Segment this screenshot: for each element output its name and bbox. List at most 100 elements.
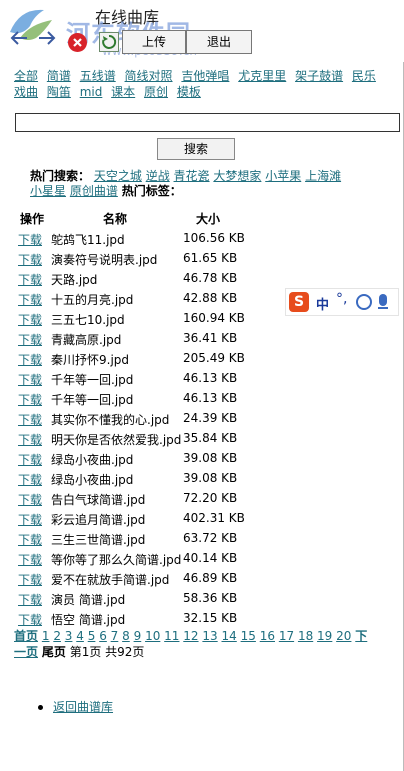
download-link[interactable]: 下载 — [18, 351, 42, 368]
file-size: 63.72 KB — [183, 531, 238, 545]
page-link[interactable]: 20 — [336, 629, 351, 643]
punctuation-toggle[interactable]: °, — [336, 291, 347, 307]
page-link[interactable]: 9 — [134, 629, 142, 643]
category-link[interactable]: 尤克里里 — [238, 69, 286, 83]
forward-arrow-icon[interactable] — [36, 30, 58, 52]
file-size: 35.84 KB — [183, 431, 238, 445]
page-link[interactable]: 7 — [111, 629, 119, 643]
file-size: 24.39 KB — [183, 411, 238, 425]
header-name: 名称 — [103, 212, 128, 226]
search-input[interactable] — [15, 113, 400, 132]
file-name: 悟空 简谱.jpd — [51, 613, 126, 627]
category-link[interactable]: 吉他弹唱 — [181, 69, 229, 83]
page-link[interactable]: 14 — [222, 629, 237, 643]
table-row: 下载 彩云追月简谱.jpd 402.31 KB — [0, 511, 404, 531]
table-row: 下载 千年等一回.jpd 46.13 KB — [0, 371, 404, 391]
download-link[interactable]: 下载 — [18, 571, 42, 588]
stop-icon[interactable] — [68, 33, 87, 52]
hot-search-term[interactable]: 上海滩 — [305, 169, 341, 183]
page-link[interactable]: 15 — [241, 629, 256, 643]
category-link[interactable]: 陶笛 — [47, 85, 71, 99]
file-name: 秦川抒怀9.jpd — [51, 353, 130, 367]
download-link[interactable]: 下载 — [18, 371, 42, 388]
hot-tags-label: 热门标签： — [121, 184, 182, 198]
page-link[interactable]: 6 — [99, 629, 107, 643]
hot-search-term[interactable]: 逆战 — [146, 169, 170, 183]
category-link[interactable]: 原创 — [144, 85, 168, 99]
page-link[interactable]: 8 — [122, 629, 130, 643]
download-link[interactable]: 下载 — [18, 291, 42, 308]
page-link[interactable]: 3 — [65, 629, 73, 643]
page-link[interactable]: 5 — [88, 629, 96, 643]
download-link[interactable]: 下载 — [18, 591, 42, 608]
download-link[interactable]: 下载 — [18, 251, 42, 268]
download-link[interactable]: 下载 — [18, 391, 42, 408]
category-link[interactable]: 民乐 — [352, 69, 376, 83]
category-link[interactable]: 全部 — [14, 69, 38, 83]
page-link[interactable]: 18 — [298, 629, 313, 643]
page-link[interactable]: 1 — [42, 629, 50, 643]
emoji-icon[interactable] — [356, 294, 372, 310]
hot-search-term[interactable]: 小苹果 — [265, 169, 301, 183]
page-link[interactable]: 16 — [260, 629, 275, 643]
page-link[interactable]: 17 — [279, 629, 294, 643]
ime-toolbar[interactable]: S 中 °, — [285, 288, 399, 316]
download-link[interactable]: 下载 — [18, 511, 42, 528]
download-link[interactable]: 下载 — [18, 271, 42, 288]
hot-search-term[interactable]: 小星星 — [30, 184, 66, 198]
hot-search-term[interactable]: 原创曲谱 — [70, 184, 118, 198]
category-link[interactable]: mid — [80, 85, 103, 99]
hot-search-term[interactable]: 天空之城 — [94, 169, 142, 183]
current-page: 第1页 — [69, 645, 102, 659]
download-link[interactable]: 下载 — [18, 471, 42, 488]
category-link[interactable]: 课本 — [111, 85, 135, 99]
download-link[interactable]: 下载 — [18, 231, 42, 248]
page-link[interactable]: 2 — [53, 629, 61, 643]
file-name: 绿岛小夜曲.jpd — [51, 473, 134, 487]
exit-button[interactable]: 退出 — [186, 30, 252, 54]
refresh-icon[interactable] — [99, 32, 119, 52]
file-size: 42.88 KB — [183, 291, 238, 305]
category-link[interactable]: 简谱 — [47, 69, 71, 83]
ime-mode-toggle[interactable]: 中 — [316, 294, 329, 313]
download-link[interactable]: 下载 — [18, 531, 42, 548]
page-link[interactable]: 4 — [76, 629, 84, 643]
page-link[interactable]: 11 — [164, 629, 179, 643]
page-link[interactable]: 12 — [183, 629, 198, 643]
page-link[interactable]: 10 — [145, 629, 160, 643]
hot-search-term[interactable]: 青花瓷 — [174, 169, 210, 183]
sogou-logo-icon[interactable]: S — [289, 292, 309, 312]
file-name: 千年等一回.jpd — [51, 393, 134, 407]
hot-search-term[interactable]: 大梦想家 — [213, 169, 261, 183]
file-name: 青藏高原.jpd — [51, 333, 122, 347]
last-page-label[interactable]: 尾页 — [42, 645, 66, 659]
table-row: 下载 绿岛小夜曲.jpd 39.08 KB — [0, 451, 404, 471]
upload-button[interactable]: 上传 — [122, 30, 186, 54]
category-link[interactable]: 戏曲 — [14, 85, 38, 99]
search-button[interactable]: 搜索 — [157, 138, 235, 160]
download-link[interactable]: 下载 — [18, 431, 42, 448]
microphone-icon[interactable] — [379, 294, 387, 306]
download-link[interactable]: 下载 — [18, 331, 42, 348]
file-name: 演员 简谱.jpd — [51, 593, 126, 607]
file-name: 爱不在就放手简谱.jpd — [51, 573, 170, 587]
page-link[interactable]: 13 — [202, 629, 217, 643]
first-page-link[interactable]: 首页 — [14, 629, 38, 643]
file-size: 36.41 KB — [183, 331, 238, 345]
category-link[interactable]: 架子鼓谱 — [295, 69, 343, 83]
category-link[interactable]: 简线对照 — [125, 69, 173, 83]
download-link[interactable]: 下载 — [18, 551, 42, 568]
back-to-library-link[interactable]: 返回曲谱库 — [53, 700, 113, 714]
file-size: 46.13 KB — [183, 391, 238, 405]
download-link[interactable]: 下载 — [18, 491, 42, 508]
back-arrow-icon[interactable] — [8, 30, 30, 52]
category-link[interactable]: 模板 — [177, 85, 201, 99]
download-link[interactable]: 下载 — [18, 451, 42, 468]
download-link[interactable]: 下载 — [18, 611, 42, 628]
category-link[interactable]: 五线谱 — [80, 69, 116, 83]
download-link[interactable]: 下载 — [18, 411, 42, 428]
file-size: 61.65 KB — [183, 251, 238, 265]
download-link[interactable]: 下载 — [18, 311, 42, 328]
page-link[interactable]: 19 — [317, 629, 332, 643]
pagination: 首页 1 2 3 4 5 6 7 8 9 10 11 12 13 14 15 1… — [14, 628, 374, 660]
